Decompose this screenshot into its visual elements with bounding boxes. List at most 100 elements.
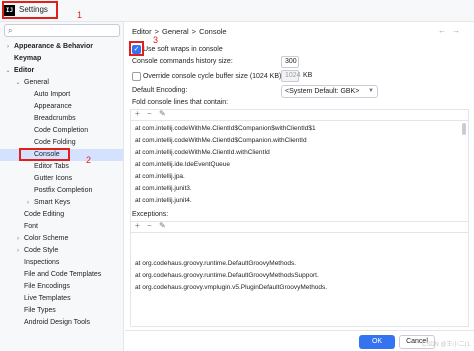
sidebar-item-label: Color Scheme bbox=[24, 235, 69, 242]
console-settings-panel: Editor > General > Console ←→ ✓ Use soft wra… bbox=[125, 22, 474, 351]
override-row: Override console cycle buffer size (1024… bbox=[132, 72, 283, 81]
override-buffer-checkbox[interactable] bbox=[132, 72, 141, 81]
fold-lines-toolbar: + − ✎ bbox=[131, 109, 468, 121]
history-row: Console commands history size: bbox=[132, 58, 233, 65]
sidebar-item-label: Breadcrumbs bbox=[34, 115, 76, 122]
sidebar-item-file-types[interactable]: File Types bbox=[0, 305, 123, 317]
fold-lines-label: Fold console lines that contain: bbox=[132, 99, 229, 106]
sidebar-item-color-scheme[interactable]: › Color Scheme bbox=[0, 233, 123, 245]
chevron-right-icon[interactable]: › bbox=[4, 41, 12, 53]
forward-arrow-icon[interactable]: → bbox=[452, 26, 466, 35]
dialog-footer: OK Cancel CSDN @王小二(1 bbox=[125, 330, 474, 351]
chevron-right-icon[interactable]: › bbox=[24, 197, 32, 209]
title-bar: IJ Settings bbox=[0, 0, 474, 22]
sidebar-item-appearance[interactable]: Appearance bbox=[0, 101, 123, 113]
list-item[interactable]: at com.intellij.codeWithMe.ClientId$Comp… bbox=[135, 137, 307, 144]
chevron-right-icon[interactable]: › bbox=[14, 233, 22, 245]
list-item[interactable]: at com.intellij.junit3. bbox=[135, 185, 192, 192]
sidebar-item-label: Android Design Tools bbox=[24, 319, 91, 326]
annotation-number-1: 1 bbox=[77, 10, 83, 20]
chevron-right-icon[interactable]: › bbox=[14, 245, 22, 257]
buffer-size-input[interactable]: 1024 bbox=[281, 70, 301, 82]
list-item[interactable]: at com.intellij.junit4. bbox=[135, 197, 192, 204]
sidebar-item-android-design-tools[interactable]: Android Design Tools bbox=[0, 317, 123, 329]
sidebar-item-auto-import[interactable]: Auto Import bbox=[0, 89, 123, 101]
chevron-down-icon[interactable]: ⌄ bbox=[4, 65, 12, 77]
list-item[interactable]: at com.intellij.codeWithMe.ClientId$Comp… bbox=[135, 125, 316, 132]
annotation-box-console bbox=[19, 148, 70, 161]
edit-icon[interactable]: ✎ bbox=[159, 109, 166, 118]
sidebar-item-label: Code Completion bbox=[34, 127, 89, 134]
exceptions-label: Exceptions: bbox=[132, 211, 169, 218]
sidebar-item-label: File and Code Templates bbox=[24, 271, 102, 278]
breadcrumb-separator: > bbox=[191, 27, 197, 36]
list-item[interactable]: at org.codehaus.groovy.vmplugin.v5.Plugi… bbox=[135, 284, 327, 291]
sidebar-item-label: Editor bbox=[14, 67, 35, 74]
annotation-box-title bbox=[2, 1, 58, 19]
annotation-box-checkbox bbox=[129, 41, 144, 56]
list-item[interactable]: at org.codehaus.groovy.runtime.DefaultGr… bbox=[135, 260, 296, 267]
sidebar-item-label: Code Editing bbox=[24, 211, 65, 218]
exceptions-panel: + − ✎ at org.codehaus.groovy.runtime.Def… bbox=[130, 221, 469, 327]
back-arrow-icon[interactable]: ← bbox=[438, 26, 452, 35]
chevron-down-icon[interactable]: ⌄ bbox=[14, 77, 22, 89]
sidebar-item-label: File Encodings bbox=[24, 283, 70, 290]
fold-lines-panel: + − ✎ at com.intellij.codeWithMe.ClientI… bbox=[130, 109, 469, 227]
sidebar-item-label: General bbox=[24, 79, 49, 86]
override-buffer-label: Override console cycle buffer size (1024… bbox=[142, 73, 284, 80]
sidebar-item-font[interactable]: Font bbox=[0, 221, 123, 233]
sidebar-item-code-completion[interactable]: Code Completion bbox=[0, 125, 123, 137]
history-size-input[interactable]: 300 bbox=[281, 56, 299, 68]
sidebar-item-general[interactable]: ⌄ General bbox=[0, 77, 123, 89]
sidebar-item-label: Keymap bbox=[14, 55, 42, 62]
sidebar-item-postfix-completion[interactable]: Postfix Completion bbox=[0, 185, 123, 197]
chevron-down-icon: ▼ bbox=[368, 88, 374, 94]
add-icon[interactable]: + bbox=[135, 109, 140, 118]
list-item[interactable]: at org.codehaus.groovy.runtime.DefaultGr… bbox=[135, 272, 319, 279]
settings-sidebar: ⌕ › Appearance & Behavior Keymap ⌄ Editor ⌄ Ge… bbox=[0, 22, 124, 351]
sidebar-item-code-editing[interactable]: Code Editing bbox=[0, 209, 123, 221]
breadcrumb-console: Console bbox=[199, 27, 227, 36]
fold-lines-scrollbar[interactable] bbox=[462, 123, 466, 135]
default-encoding-select[interactable]: <System Default: GBK> ▼ bbox=[281, 85, 378, 98]
sidebar-item-label: Gutter Icons bbox=[34, 175, 73, 182]
remove-icon[interactable]: − bbox=[147, 221, 152, 230]
soft-wraps-label: Use soft wraps in console bbox=[142, 46, 223, 53]
sidebar-item-editor[interactable]: ⌄ Editor bbox=[0, 65, 123, 77]
sidebar-item-label: Editor Tabs bbox=[34, 163, 69, 170]
sidebar-item-inspections[interactable]: Inspections bbox=[0, 257, 123, 269]
sidebar-item-smart-keys[interactable]: › Smart Keys bbox=[0, 197, 123, 209]
watermark: CSDN @王小二(1 bbox=[421, 342, 470, 348]
annotation-number-3: 3 bbox=[153, 35, 159, 45]
sidebar-item-appearance-behavior[interactable]: › Appearance & Behavior bbox=[0, 41, 123, 53]
remove-icon[interactable]: − bbox=[147, 109, 152, 118]
search-icon: ⌕ bbox=[8, 26, 13, 35]
sidebar-item-file-and-code-templates[interactable]: File and Code Templates bbox=[0, 269, 123, 281]
list-item[interactable]: at com.intellij.codeWithMe.ClientId.with… bbox=[135, 149, 270, 156]
breadcrumb-editor: Editor bbox=[132, 27, 152, 36]
sidebar-item-gutter-icons[interactable]: Gutter Icons bbox=[0, 173, 123, 185]
exceptions-toolbar: + − ✎ bbox=[131, 221, 468, 233]
annotation-number-2: 2 bbox=[86, 155, 92, 165]
add-icon[interactable]: + bbox=[135, 221, 140, 230]
sidebar-item-label: Live Templates bbox=[24, 295, 71, 302]
settings-search-input[interactable]: ⌕ bbox=[4, 24, 120, 37]
list-item[interactable]: at com.intellij.jpa. bbox=[135, 173, 185, 180]
sidebar-item-label: Auto Import bbox=[34, 91, 71, 98]
sidebar-item-file-encodings[interactable]: File Encodings bbox=[0, 281, 123, 293]
encoding-value: <System Default: GBK> bbox=[285, 88, 360, 95]
sidebar-item-breadcrumbs[interactable]: Breadcrumbs bbox=[0, 113, 123, 125]
ok-button[interactable]: OK bbox=[359, 335, 395, 349]
breadcrumb-general: General bbox=[161, 27, 189, 36]
sidebar-item-live-templates[interactable]: Live Templates bbox=[0, 293, 123, 305]
history-size-label: Console commands history size: bbox=[132, 58, 233, 65]
sidebar-item-code-style[interactable]: › Code Style bbox=[0, 245, 123, 257]
nav-arrows: ←→ bbox=[438, 26, 466, 35]
sidebar-item-editor-tabs[interactable]: Editor Tabs bbox=[0, 161, 123, 173]
list-item[interactable]: at com.intellij.ide.IdeEventQueue bbox=[135, 161, 230, 168]
sidebar-item-label: Font bbox=[24, 223, 39, 230]
sidebar-item-keymap[interactable]: Keymap bbox=[0, 53, 123, 65]
edit-icon[interactable]: ✎ bbox=[159, 221, 166, 230]
sidebar-item-label: Inspections bbox=[24, 259, 60, 266]
sidebar-item-label: Code Style bbox=[24, 247, 59, 254]
